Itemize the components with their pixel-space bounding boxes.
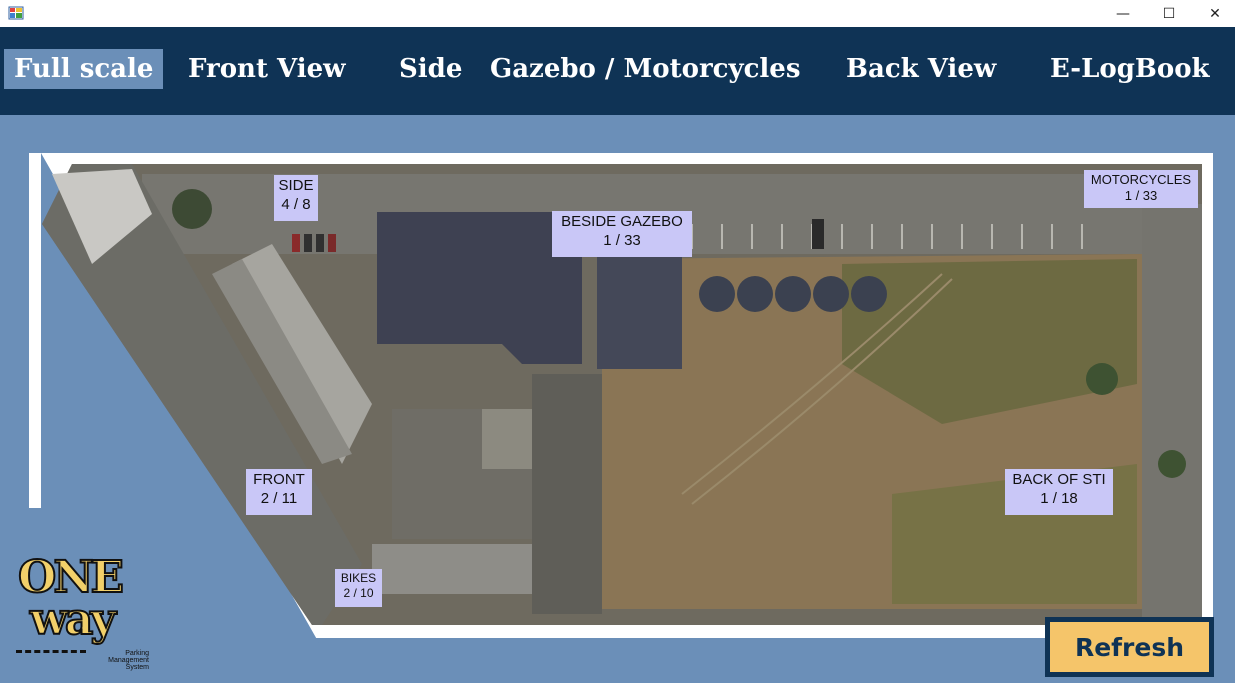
zone-bikes-name: BIKES — [340, 571, 377, 585]
zone-side-name: SIDE — [278, 177, 314, 194]
refresh-button[interactable]: Refresh — [1045, 617, 1214, 677]
tab-side[interactable]: Side — [399, 49, 462, 89]
tab-e-logbook[interactable]: E-LogBook — [1050, 49, 1210, 89]
oneway-logo: ONE way Parking Management System — [14, 551, 149, 672]
minimize-button[interactable]: — — [1100, 0, 1146, 27]
tab-front-view[interactable]: Front View — [188, 49, 346, 89]
zone-gazebo-count: 1 / 33 — [603, 231, 641, 249]
zone-motorcycles[interactable]: MOTORCYCLES 1 / 33 — [1084, 170, 1198, 208]
zone-side[interactable]: SIDE 4 / 8 — [274, 175, 318, 221]
app-icon — [8, 6, 24, 20]
logo-dash-line — [16, 650, 86, 653]
zone-beside-gazebo[interactable]: BESIDE GAZEBO 1 / 33 — [552, 211, 692, 257]
zone-back-name: BACK OF STI — [1012, 471, 1106, 488]
zone-back-of-sti[interactable]: BACK OF STI 1 / 18 — [1005, 469, 1113, 515]
close-button[interactable]: ✕ — [1192, 0, 1235, 27]
refresh-button-label: Refresh — [1050, 622, 1209, 672]
zone-front[interactable]: FRONT 2 / 11 — [246, 469, 312, 515]
zone-motorcycles-name: MOTORCYCLES — [1090, 172, 1192, 187]
zone-side-count: 4 / 8 — [281, 195, 311, 213]
logo-tagline-2: Management System — [108, 657, 149, 671]
logo-line-way: way — [29, 593, 117, 646]
tab-full-scale[interactable]: Full scale — [4, 49, 164, 89]
zone-back-count: 1 / 18 — [1040, 489, 1078, 507]
zone-bikes-count: 2 / 10 — [343, 586, 374, 600]
zone-bikes[interactable]: BIKES 2 / 10 — [335, 569, 382, 607]
maximize-button[interactable]: ☐ — [1146, 0, 1192, 27]
zone-gazebo-name: BESIDE GAZEBO — [561, 213, 683, 230]
window-titlebar: — ☐ ✕ — [0, 0, 1235, 27]
logo-tagline: Parking Management System — [84, 650, 149, 671]
zone-front-count: 2 / 11 — [260, 489, 298, 507]
tab-back-view[interactable]: Back View — [846, 49, 996, 89]
top-navigation: Full scale Front View Side Gazebo / Moto… — [0, 27, 1235, 115]
tab-gazebo-motorcycles[interactable]: Gazebo / Motorcycles — [490, 49, 800, 89]
zone-front-name: FRONT — [253, 471, 305, 488]
zone-motorcycles-count: 1 / 33 — [1124, 188, 1158, 204]
logo-tagline-1: Parking — [125, 650, 149, 657]
